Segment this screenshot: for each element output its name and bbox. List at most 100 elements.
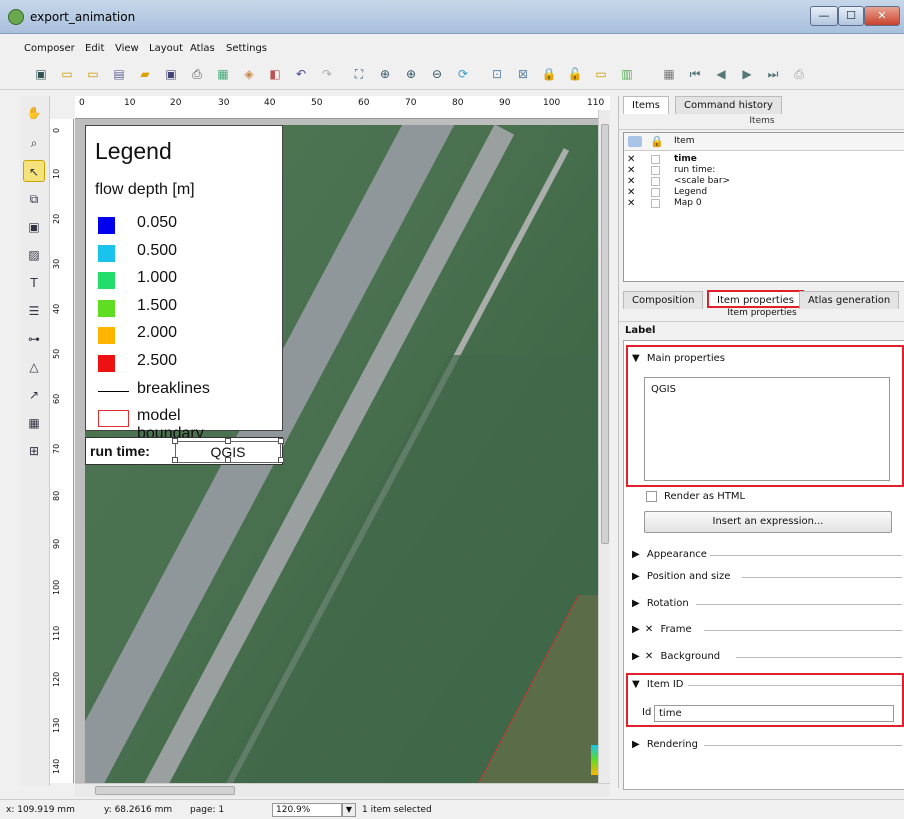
- zoom-tool-icon[interactable]: ⌕: [23, 132, 45, 154]
- resize-handle[interactable]: [278, 438, 284, 444]
- tab-composition[interactable]: Composition: [623, 291, 704, 309]
- main-properties-group[interactable]: ▼ Main properties: [632, 353, 902, 364]
- ungroup-icon[interactable]: ⊠: [514, 65, 532, 83]
- refresh-icon[interactable]: ⟳: [454, 65, 472, 83]
- background-group[interactable]: ▶ ✕ Background: [632, 651, 902, 662]
- tree-row-time[interactable]: ✕ time: [624, 154, 904, 165]
- resize-handle[interactable]: [172, 457, 178, 463]
- add-html-frame-icon[interactable]: ⊞: [23, 440, 45, 462]
- next-feature-icon[interactable]: ▶: [738, 65, 756, 83]
- undo-icon[interactable]: ↶: [292, 65, 310, 83]
- tab-command-history[interactable]: Command history: [675, 96, 782, 114]
- align-items-icon[interactable]: ▥: [618, 65, 636, 83]
- add-image-icon[interactable]: ▨: [23, 244, 45, 266]
- zoom-100-icon[interactable]: ⊕: [376, 65, 394, 83]
- legend-item[interactable]: Legend flow depth [m] 0.050 0.500 1.000 …: [85, 125, 283, 442]
- tab-atlas-generation[interactable]: Atlas generation: [799, 291, 900, 309]
- menu-edit[interactable]: Edit: [85, 43, 104, 54]
- composer-manager-icon[interactable]: ▤: [110, 65, 128, 83]
- visible-checkbox[interactable]: ✕: [627, 165, 635, 176]
- lock-icon[interactable]: 🔒: [540, 65, 558, 83]
- menu-view[interactable]: View: [115, 43, 139, 54]
- tree-row[interactable]: ✕ Legend: [624, 187, 904, 198]
- menu-settings[interactable]: Settings: [226, 43, 267, 54]
- scrollbar-thumb[interactable]: [95, 786, 235, 795]
- visible-checkbox[interactable]: ✕: [627, 187, 635, 198]
- lock-checkbox[interactable]: [651, 177, 660, 186]
- vertical-scrollbar[interactable]: [598, 110, 610, 790]
- zoom-dropdown-icon[interactable]: ▼: [342, 803, 356, 817]
- resize-handle[interactable]: [225, 438, 231, 444]
- checkbox-box[interactable]: [646, 491, 657, 502]
- resize-handle[interactable]: [172, 438, 178, 444]
- add-scalebar-icon[interactable]: ⊶: [23, 328, 45, 350]
- item-id-group[interactable]: ▼ Item ID: [632, 679, 902, 690]
- unlock-icon[interactable]: 🔓: [566, 65, 584, 83]
- item-id-input[interactable]: time: [654, 705, 894, 722]
- print-icon[interactable]: ⎙: [188, 65, 206, 83]
- background-checkbox[interactable]: ✕: [645, 651, 653, 662]
- zoom-combo[interactable]: 120.9%: [272, 803, 342, 817]
- zoom-out-icon[interactable]: ⊖: [428, 65, 446, 83]
- zoom-full-icon[interactable]: ⛶: [350, 65, 368, 83]
- menu-atlas[interactable]: Atlas: [190, 43, 215, 54]
- tree-row[interactable]: ✕ run time:: [624, 165, 904, 176]
- resize-handle[interactable]: [225, 457, 231, 463]
- tree-row[interactable]: ✕ <scale bar>: [624, 176, 904, 187]
- add-label-icon[interactable]: T: [23, 272, 45, 294]
- composer-canvas[interactable]: Legend flow depth [m] 0.050 0.500 1.000 …: [75, 119, 610, 783]
- items-tree[interactable]: 🔒 Item ✕ time ✕ run time: ✕ <scale bar> …: [623, 132, 904, 282]
- frame-checkbox[interactable]: ✕: [645, 624, 653, 635]
- tab-items[interactable]: Items: [623, 96, 669, 114]
- last-feature-icon[interactable]: ⏭: [764, 65, 782, 83]
- lock-checkbox[interactable]: [651, 188, 660, 197]
- insert-expression-button[interactable]: Insert an expression...: [644, 511, 892, 533]
- previous-feature-icon[interactable]: ◀: [712, 65, 730, 83]
- save-template-icon[interactable]: ▣: [162, 65, 180, 83]
- menu-composer[interactable]: Composer: [24, 43, 75, 54]
- position-size-group[interactable]: ▶ Position and size: [632, 571, 902, 582]
- redo-icon[interactable]: ↷: [318, 65, 336, 83]
- tree-row[interactable]: ✕ Map 0: [624, 198, 904, 209]
- atlas-preview-icon[interactable]: ▦: [660, 65, 678, 83]
- frame-group[interactable]: ▶ ✕ Frame: [632, 624, 902, 635]
- raise-items-icon[interactable]: ▭: [592, 65, 610, 83]
- lock-checkbox[interactable]: [651, 166, 660, 175]
- lock-checkbox[interactable]: [651, 155, 660, 164]
- add-table-icon[interactable]: ▦: [23, 412, 45, 434]
- visible-checkbox[interactable]: ✕: [627, 198, 635, 209]
- appearance-group[interactable]: ▶ Appearance: [632, 549, 902, 560]
- print-atlas-icon[interactable]: ⎙: [790, 65, 808, 83]
- label-text-area[interactable]: QGIS: [644, 377, 890, 481]
- add-map-icon[interactable]: ▣: [23, 216, 45, 238]
- export-pdf-icon[interactable]: ◧: [266, 65, 284, 83]
- add-shape-icon[interactable]: △: [23, 356, 45, 378]
- zoom-in-icon[interactable]: ⊕: [402, 65, 420, 83]
- save-icon[interactable]: ▣: [32, 65, 50, 83]
- scrollbar-thumb[interactable]: [601, 124, 609, 544]
- group-icon[interactable]: ⊡: [488, 65, 506, 83]
- resize-handle[interactable]: [278, 457, 284, 463]
- add-legend-icon[interactable]: ☰: [23, 300, 45, 322]
- tab-item-properties[interactable]: Item properties: [707, 290, 804, 308]
- export-image-icon[interactable]: ▦: [214, 65, 232, 83]
- close-button[interactable]: ✕: [864, 6, 900, 26]
- rendering-group[interactable]: ▶ Rendering: [632, 739, 902, 750]
- first-feature-icon[interactable]: ⏮: [686, 65, 704, 83]
- minimize-button[interactable]: —: [810, 6, 838, 26]
- pan-icon[interactable]: ✋: [23, 102, 45, 124]
- visible-checkbox[interactable]: ✕: [627, 154, 635, 165]
- export-svg-icon[interactable]: ◈: [240, 65, 258, 83]
- load-template-icon[interactable]: ▰: [136, 65, 154, 83]
- horizontal-scrollbar[interactable]: [75, 783, 610, 797]
- menu-layout[interactable]: Layout: [149, 43, 183, 54]
- new-composer-icon[interactable]: ▭: [58, 65, 76, 83]
- run-time-label-item[interactable]: run time: QGIS: [85, 437, 284, 465]
- lock-checkbox[interactable]: [651, 199, 660, 208]
- rotation-group[interactable]: ▶ Rotation: [632, 598, 902, 609]
- add-arrow-icon[interactable]: ↗: [23, 384, 45, 406]
- move-content-icon[interactable]: ⧉: [23, 188, 45, 210]
- select-move-icon[interactable]: ↖: [23, 160, 45, 182]
- visible-checkbox[interactable]: ✕: [627, 176, 635, 187]
- maximize-button[interactable]: ☐: [838, 6, 864, 26]
